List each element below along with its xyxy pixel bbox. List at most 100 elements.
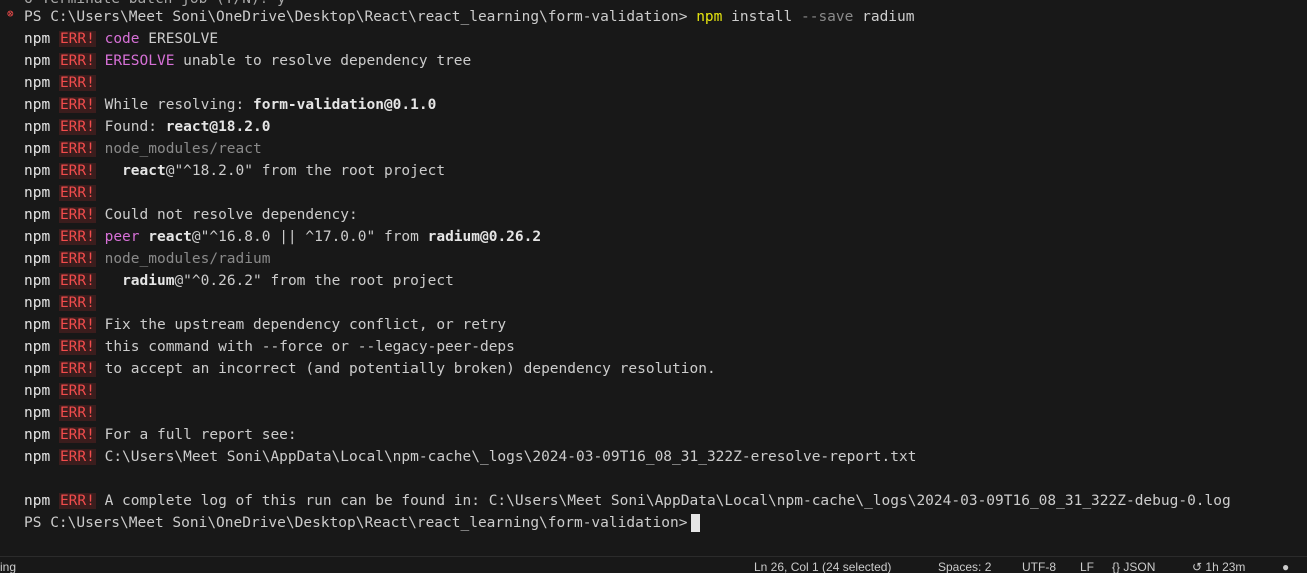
package-name: react: [148, 229, 192, 245]
output-text: to accept an incorrect (and potentially …: [95, 361, 716, 377]
output-line: npm ERR!: [24, 380, 96, 402]
err-badge: ERR!: [58, 97, 96, 113]
output-text: Found:: [95, 119, 166, 135]
history-icon: ↺: [1192, 560, 1203, 573]
output-line: npm ERR!: [24, 182, 96, 204]
output-text: unable to resolve dependency tree: [174, 53, 472, 69]
output-line: npm ERR! this command with --force or --…: [24, 336, 515, 358]
npm-prefix: npm: [24, 97, 51, 113]
language-mode[interactable]: {} JSON: [1112, 560, 1155, 573]
output-text: @"^18.2.0" from the root project: [165, 163, 446, 179]
npm-prefix: npm: [24, 53, 51, 69]
output-line: npm ERR! A complete log of this run can …: [24, 490, 1231, 512]
debug-log-link[interactable]: A complete log of this run can be found …: [96, 493, 1231, 509]
eol-setting[interactable]: LF: [1080, 560, 1094, 573]
output-line: npm ERR! While resolving: form-validatio…: [24, 94, 436, 116]
error-circle-icon[interactable]: ⊗: [7, 8, 17, 19]
output-line: npm ERR! ERESOLVE unable to resolve depe…: [24, 50, 471, 72]
err-badge: ERR!: [58, 207, 96, 223]
module-path: node_modules/radium: [95, 251, 271, 267]
err-badge: ERR!: [58, 339, 96, 355]
braces-icon: {}: [1112, 560, 1121, 573]
log-file-link[interactable]: C:\Users\Meet Soni\AppData\Local\npm-cac…: [96, 449, 917, 465]
indentation-setting[interactable]: Spaces: 2: [938, 560, 991, 573]
output-text: this command with --force or --legacy-pe…: [95, 339, 515, 355]
npm-prefix: npm: [24, 295, 51, 311]
output-line: npm ERR! Found: react@18.2.0: [24, 116, 270, 138]
npm-prefix: npm: [24, 317, 51, 333]
output-line: npm ERR! C:\Users\Meet Soni\AppData\Loca…: [24, 446, 916, 468]
command-npm: npm: [696, 9, 723, 25]
output-line: npm ERR! radium@"^0.26.2" from the root …: [24, 270, 454, 292]
err-badge: ERR!: [58, 361, 96, 377]
npm-prefix: npm: [24, 141, 51, 157]
prompt-line[interactable]: PS C:\Users\Meet Soni\OneDrive\Desktop\R…: [24, 512, 701, 534]
npm-prefix: npm: [24, 75, 51, 91]
err-badge: ERR!: [58, 251, 96, 267]
package-name: radium: [122, 273, 175, 289]
err-badge: ERR!: [58, 405, 96, 421]
output-line: npm ERR! node_modules/react: [24, 138, 262, 160]
npm-prefix: npm: [24, 339, 51, 355]
output-text: For a full report see:: [95, 427, 297, 443]
npm-prefix: npm: [24, 383, 51, 399]
output-line: npm ERR!: [24, 292, 96, 314]
prompt-text: PS C:\Users\Meet Soni\OneDrive\Desktop\R…: [24, 9, 688, 25]
err-badge: ERR!: [58, 185, 96, 201]
npm-prefix: npm: [24, 361, 51, 377]
npm-prefix: npm: [24, 185, 51, 201]
npm-prefix: npm: [24, 119, 51, 135]
err-badge: ERR!: [58, 163, 96, 179]
output-line: npm ERR! peer react@"^16.8.0 || ^17.0.0"…: [24, 226, 541, 248]
err-badge: ERR!: [58, 273, 96, 289]
output-text: While resolving:: [95, 97, 253, 113]
npm-prefix: npm: [24, 273, 51, 289]
status-left-item[interactable]: ing: [0, 560, 16, 573]
npm-prefix: npm: [24, 163, 51, 179]
time-tracker[interactable]: ↺ 1h 23m: [1192, 560, 1245, 573]
npm-prefix: npm: [24, 229, 51, 245]
err-badge: ERR!: [58, 317, 96, 333]
output-line: npm ERR! For a full report see:: [24, 424, 297, 446]
package-name: radium@0.26.2: [427, 229, 542, 245]
npm-prefix: npm: [24, 427, 51, 443]
cursor-position[interactable]: Ln 26, Col 1 (24 selected): [754, 560, 891, 573]
module-path: node_modules/react: [95, 141, 262, 157]
output-line: npm ERR! to accept an incorrect (and pot…: [24, 358, 716, 380]
output-line: npm ERR! Fix the upstream dependency con…: [24, 314, 506, 336]
err-badge: ERR!: [58, 449, 96, 465]
err-badge: ERR!: [58, 427, 96, 443]
npm-prefix: npm: [24, 31, 51, 47]
npm-prefix: npm: [24, 449, 51, 465]
err-badge: ERR!: [58, 119, 96, 135]
package-name: react: [122, 163, 166, 179]
package-name: react@18.2.0: [165, 119, 271, 135]
output-text: @"^0.26.2" from the root project: [174, 273, 454, 289]
command-install: install: [722, 9, 801, 25]
encoding-setting[interactable]: UTF-8: [1022, 560, 1056, 573]
err-badge: ERR!: [58, 141, 96, 157]
output-text: Fix the upstream dependency conflict, or…: [95, 317, 507, 333]
prompt-text: PS C:\Users\Meet Soni\OneDrive\Desktop\R…: [24, 515, 688, 531]
npm-prefix: npm: [24, 207, 51, 223]
err-code-key: code: [104, 31, 140, 47]
command-package: radium: [853, 9, 915, 25]
terminal-cursor: [691, 514, 701, 532]
output-line: npm ERR! code ERESOLVE: [24, 28, 218, 50]
err-badge: ERR!: [58, 383, 96, 399]
time-label: 1h 23m: [1205, 560, 1246, 573]
err-badge: ERR!: [58, 53, 96, 69]
output-text: Could not resolve dependency:: [95, 207, 358, 223]
err-badge: ERR!: [58, 75, 96, 91]
language-label: JSON: [1123, 560, 1156, 573]
npm-prefix: npm: [24, 493, 51, 509]
terminal-panel[interactable]: 6 Terminate batch job (Y/N)? y ⊗ PS C:\U…: [0, 0, 1307, 556]
err-badge: ERR!: [58, 493, 96, 509]
peer-keyword: peer: [104, 229, 140, 245]
err-badge: ERR!: [58, 229, 96, 245]
err-code-value: ERESOLVE: [139, 31, 219, 47]
bell-dot-icon[interactable]: ●: [1282, 560, 1289, 573]
err-badge: ERR!: [58, 295, 96, 311]
